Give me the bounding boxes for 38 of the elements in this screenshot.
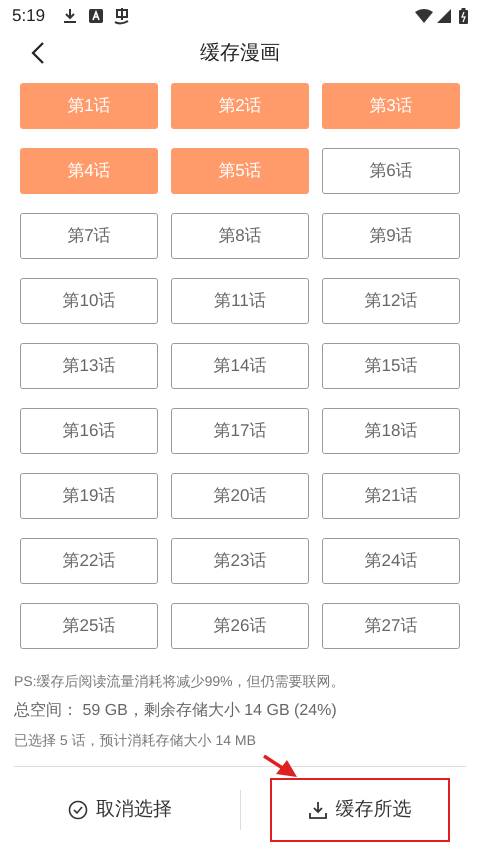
annotation-arrow: [262, 754, 298, 778]
episode-button[interactable]: 第12话: [322, 278, 460, 324]
download-icon: [63, 8, 78, 24]
episode-button[interactable]: 第9话: [322, 213, 460, 259]
episode-button[interactable]: 第20话: [171, 473, 309, 519]
episode-button[interactable]: 第27话: [322, 603, 460, 649]
episode-button[interactable]: 第13话: [20, 343, 158, 389]
episode-button[interactable]: 第18话: [322, 408, 460, 454]
episode-button[interactable]: 第25话: [20, 603, 158, 649]
episode-button[interactable]: 第26话: [171, 603, 309, 649]
episode-button[interactable]: 第15话: [322, 343, 460, 389]
note-text: PS:缓存后阅读流量消耗将减少99%，但仍需要联网。: [14, 672, 346, 691]
signal-icon: [437, 9, 451, 23]
episode-button[interactable]: 第11话: [171, 278, 309, 324]
wifi-icon: [415, 9, 433, 23]
episode-button[interactable]: 第14话: [171, 343, 309, 389]
battery-icon: [459, 8, 468, 24]
download-icon: [309, 801, 328, 819]
app-icon: [113, 7, 132, 25]
app-icon: [89, 9, 104, 23]
selection-summary-text: 已选择 5 话，预计消耗存储大小 14 MB: [14, 731, 257, 750]
storage-total-text: 总空间： 59 GB，剩余存储大小 14 GB (24%): [14, 700, 338, 721]
episode-button[interactable]: 第19话: [20, 473, 158, 519]
page-title: 缓存漫画: [200, 41, 280, 66]
episode-button[interactable]: 第22话: [20, 538, 158, 584]
deselect-button[interactable]: 取消选择: [30, 778, 210, 842]
episode-button[interactable]: 第17话: [171, 408, 309, 454]
episode-button[interactable]: 第6话: [322, 148, 460, 194]
episode-button[interactable]: 第23话: [171, 538, 309, 584]
check-circle-icon: [68, 800, 88, 820]
episode-button[interactable]: 第10话: [20, 278, 158, 324]
episode-button[interactable]: 第24话: [322, 538, 460, 584]
download-selected-button[interactable]: 缓存所选: [270, 778, 450, 842]
episode-button[interactable]: 第16话: [20, 408, 158, 454]
status-time: 5:19: [12, 5, 46, 28]
episode-button[interactable]: 第7话: [20, 213, 158, 259]
episode-button[interactable]: 第21话: [322, 473, 460, 519]
episode-button[interactable]: 第8话: [171, 213, 309, 259]
